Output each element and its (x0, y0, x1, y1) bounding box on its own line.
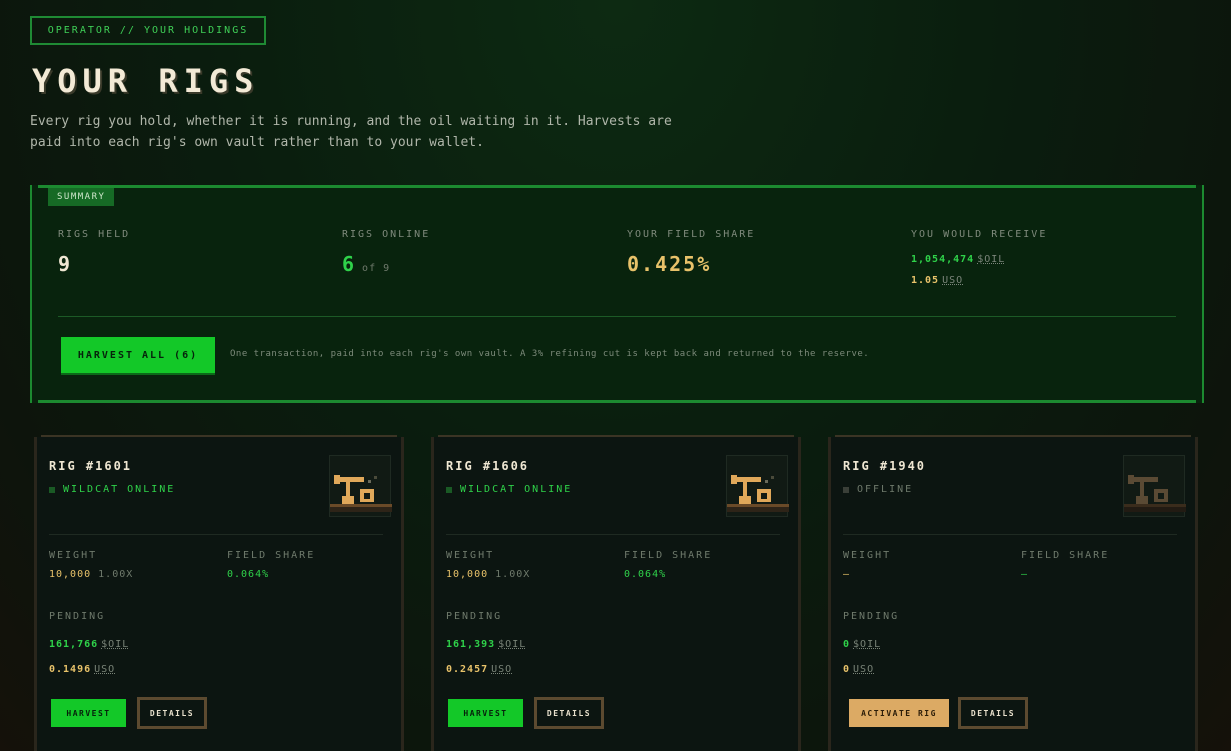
pending-oil-amount: 0 (843, 639, 851, 650)
harvest-all-button[interactable]: HARVEST ALL (6) (61, 337, 215, 373)
rig-card: RIG #1606 WILDCAT ONLINE WEIGHT 10,000 1… (431, 435, 801, 751)
rig-name: RIG #1606 (446, 459, 530, 473)
weight-value: 10,000 1.00X (446, 569, 530, 580)
details-button[interactable]: DETAILS (958, 697, 1028, 729)
weight-value: — (843, 569, 851, 580)
weight-amount: 10,000 (446, 569, 489, 580)
pumpjack-icon (329, 455, 392, 517)
divider (49, 534, 383, 535)
rig-status-label: OFFLINE (857, 484, 914, 495)
pending-oil-unit: $OIL (498, 639, 527, 650)
rig-status: WILDCAT ONLINE (49, 484, 175, 495)
status-dot-icon (49, 486, 55, 493)
intro-text: Every rig you hold, whether it is runnin… (30, 114, 672, 150)
rig-status-label: WILDCAT ONLINE (460, 484, 573, 495)
pending-label: PENDING (49, 611, 106, 622)
stat-rigs-online: RIGS ONLINE 6 of 9 (342, 229, 430, 276)
pending-label: PENDING (843, 611, 900, 622)
field-share-value: 0.064% (227, 569, 270, 580)
receive-uso: 1.05 USO (911, 275, 1047, 286)
stat-value-row: 6 of 9 (342, 252, 430, 276)
pending-uso: 0.2457 USO (446, 664, 512, 675)
harvest-button[interactable]: HARVEST (448, 699, 523, 727)
pending-oil-unit: $OIL (101, 639, 130, 650)
rig-name: RIG #1601 (49, 459, 133, 473)
activate-rig-button[interactable]: ACTIVATE RIG (849, 699, 949, 727)
weight-multiplier: 1.00X (98, 569, 134, 580)
stat-value: 9 (58, 252, 73, 276)
pending-uso-unit: USO (853, 664, 875, 675)
rig-card: RIG #1601 WILDCAT ONLINE WEIGHT 10,000 1… (34, 435, 404, 751)
weight-multiplier: 1.00X (495, 569, 531, 580)
eyebrow-label: OPERATOR // YOUR HOLDINGS (30, 16, 266, 45)
receive-uso-amount: 1.05 (911, 275, 940, 286)
pending-uso-unit: USO (491, 664, 513, 675)
details-button[interactable]: DETAILS (137, 697, 207, 729)
stat-sub: of 9 (362, 263, 391, 274)
weight-label: WEIGHT (843, 550, 892, 561)
stat-rigs-held: RIGS HELD 9 (58, 229, 130, 276)
harvest-note: One transaction, paid into each rig's ow… (230, 349, 870, 359)
page-title: YOUR RIGS (32, 62, 260, 100)
pending-oil-unit: $OIL (853, 639, 882, 650)
pending-oil-amount: 161,766 (49, 639, 99, 650)
weight-amount: 10,000 (49, 569, 92, 580)
receive-oil-unit: $OIL (977, 254, 1006, 265)
pending-uso-amount: 0.1496 (49, 664, 92, 675)
pending-oil: 161,766 $OIL (49, 639, 129, 650)
status-dot-icon (843, 486, 849, 493)
pending-oil-amount: 161,393 (446, 639, 496, 650)
pumpjack-icon (1123, 455, 1186, 517)
divider (58, 316, 1176, 317)
field-share-label: FIELD SHARE (227, 550, 316, 561)
weight-value: 10,000 1.00X (49, 569, 133, 580)
receive-oil: 1,054,474 $OIL (911, 254, 1047, 265)
stat-label: YOU WOULD RECEIVE (911, 229, 1048, 240)
stat-value: 0.425% (627, 252, 712, 276)
rig-status-label: WILDCAT ONLINE (63, 484, 176, 495)
pumpjack-icon (726, 455, 789, 517)
receive-uso-unit: USO (942, 275, 964, 286)
stat-label: RIGS ONLINE (342, 229, 431, 240)
pending-oil: 161,393 $OIL (446, 639, 526, 650)
status-dot-icon (446, 486, 452, 493)
field-share-value: 0.064% (624, 569, 667, 580)
stat-receive: YOU WOULD RECEIVE 1,054,474 $OIL 1.05 USO (911, 229, 1047, 286)
pending-oil: 0 $OIL (843, 639, 881, 650)
stat-label: RIGS HELD (58, 229, 131, 240)
field-share-label: FIELD SHARE (1021, 550, 1110, 561)
pending-uso-amount: 0 (843, 664, 851, 675)
pending-label: PENDING (446, 611, 503, 622)
weight-label: WEIGHT (446, 550, 495, 561)
details-button[interactable]: DETAILS (534, 697, 604, 729)
divider (843, 534, 1177, 535)
pending-uso: 0 USO (843, 664, 874, 675)
summary-panel: SUMMARY RIGS HELD 9 RIGS ONLINE 6 of 9 YO… (30, 185, 1204, 403)
field-share-value: — (1021, 569, 1029, 580)
rig-status: OFFLINE (843, 484, 913, 495)
divider (446, 534, 780, 535)
rig-name: RIG #1940 (843, 459, 927, 473)
stat-label: YOUR FIELD SHARE (627, 229, 756, 240)
weight-label: WEIGHT (49, 550, 98, 561)
pending-uso-unit: USO (94, 664, 116, 675)
pending-uso: 0.1496 USO (49, 664, 115, 675)
summary-tag: SUMMARY (48, 188, 115, 206)
pending-uso-amount: 0.2457 (446, 664, 489, 675)
harvest-button[interactable]: HARVEST (51, 699, 126, 727)
rig-card: RIG #1940 OFFLINE WEIGHT — FIELD SHARE —… (828, 435, 1198, 751)
rig-status: WILDCAT ONLINE (446, 484, 572, 495)
field-share-label: FIELD SHARE (624, 550, 713, 561)
receive-oil-amount: 1,054,474 (911, 254, 975, 265)
stat-value: 6 (342, 252, 357, 276)
stat-field-share: YOUR FIELD SHARE 0.425% (627, 229, 755, 276)
